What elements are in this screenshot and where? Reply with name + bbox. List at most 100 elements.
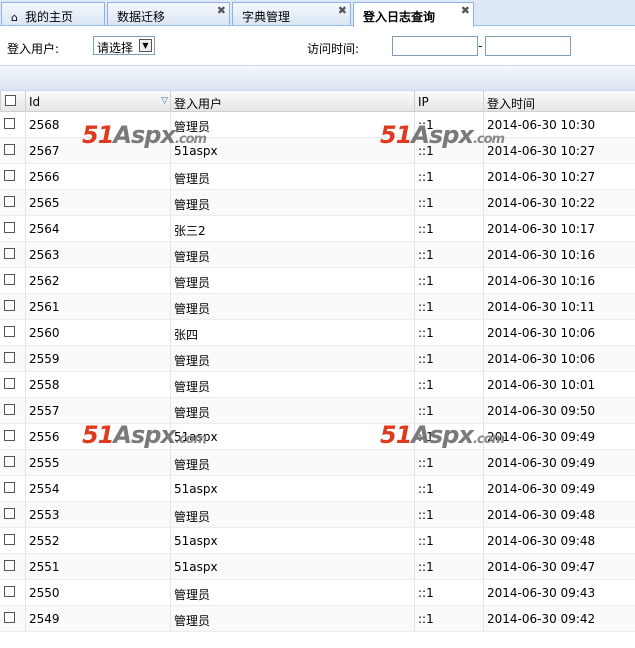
- table-row[interactable]: 2565 管理员::1 2014-06-30 10:22: [0, 190, 635, 216]
- cell-id: 2567: [25, 138, 170, 163]
- cell-ip: ::1: [414, 450, 483, 475]
- table-row[interactable]: 2566 管理员::1 2014-06-30 10:27: [0, 164, 635, 190]
- cell-user: 51aspx: [170, 528, 414, 553]
- column-header-label: 登入用户: [174, 97, 223, 111]
- time-separator: -: [478, 39, 483, 53]
- row-checkbox[interactable]: [4, 144, 15, 155]
- table-row[interactable]: 2549 管理员::1 2014-06-30 09:42: [0, 606, 635, 632]
- column-header-ip[interactable]: IP: [414, 91, 483, 111]
- column-header-label: Id: [29, 95, 41, 109]
- table-row[interactable]: 2551 51aspx::1 2014-06-30 09:47: [0, 554, 635, 580]
- select-all-checkbox[interactable]: [5, 95, 16, 106]
- cell-time: 2014-06-30 10:27: [483, 164, 635, 189]
- table-row[interactable]: 2564 张三2::1 2014-06-30 10:17: [0, 216, 635, 242]
- row-checkbox[interactable]: [4, 222, 15, 233]
- cell-ip: ::1: [414, 346, 483, 371]
- table-row[interactable]: 2562 管理员::1 2014-06-30 10:16: [0, 268, 635, 294]
- tab-data-migration[interactable]: 数据迁移 ✖: [107, 2, 230, 25]
- table-row[interactable]: 2554 51aspx::1 2014-06-30 09:49: [0, 476, 635, 502]
- table-row[interactable]: 2568 管理员::1 2014-06-30 10:30: [0, 112, 635, 138]
- column-header-user[interactable]: 登入用户: [170, 91, 414, 111]
- tab-login-log[interactable]: 登入日志查询 ✖: [353, 2, 474, 27]
- cell-user: 管理员: [170, 268, 414, 293]
- row-checkbox[interactable]: [4, 378, 15, 389]
- row-checkbox[interactable]: [4, 560, 15, 571]
- table-row[interactable]: 2561 管理员::1 2014-06-30 10:11: [0, 294, 635, 320]
- time-start-input[interactable]: [392, 36, 478, 56]
- row-checkbox[interactable]: [4, 508, 15, 519]
- cell-id: 2565: [25, 190, 170, 215]
- cell-user: 管理员: [170, 190, 414, 215]
- table-row[interactable]: 2563 管理员::1 2014-06-30 10:16: [0, 242, 635, 268]
- user-filter-label: 登入用户:: [7, 42, 60, 56]
- cell-time: 2014-06-30 09:49: [483, 476, 635, 501]
- time-filter-label: 访问时间:: [307, 42, 360, 56]
- user-select[interactable]: 请选择 ▼: [93, 36, 155, 55]
- row-checkbox[interactable]: [4, 300, 15, 311]
- cell-id: 2550: [25, 580, 170, 605]
- cell-id: 2563: [25, 242, 170, 267]
- cell-id: 2566: [25, 164, 170, 189]
- cell-user: 51aspx: [170, 138, 414, 163]
- cell-ip: ::1: [414, 242, 483, 267]
- cell-user: 管理员: [170, 242, 414, 267]
- cell-id: 2559: [25, 346, 170, 371]
- tab-home[interactable]: ⌂ 我的主页: [1, 2, 105, 25]
- cell-time: 2014-06-30 09:49: [483, 450, 635, 475]
- row-checkbox[interactable]: [4, 196, 15, 207]
- row-checkbox[interactable]: [4, 482, 15, 493]
- table-row[interactable]: 2556 51aspx::1 2014-06-30 09:49: [0, 424, 635, 450]
- cell-time: 2014-06-30 09:43: [483, 580, 635, 605]
- cell-user: 管理员: [170, 346, 414, 371]
- row-checkbox[interactable]: [4, 586, 15, 597]
- chevron-down-icon[interactable]: ▼: [139, 39, 152, 52]
- row-select-cell: [0, 242, 25, 267]
- row-checkbox[interactable]: [4, 430, 15, 441]
- row-select-cell: [0, 476, 25, 501]
- row-select-cell: [0, 450, 25, 475]
- cell-id: 2564: [25, 216, 170, 241]
- row-checkbox[interactable]: [4, 170, 15, 181]
- table-row[interactable]: 2555 管理员::1 2014-06-30 09:49: [0, 450, 635, 476]
- tab-dictionary[interactable]: 字典管理 ✖: [232, 2, 351, 25]
- row-select-cell: [0, 580, 25, 605]
- table-row[interactable]: 2553 管理员::1 2014-06-30 09:48: [0, 502, 635, 528]
- select-all-cell: [0, 91, 25, 111]
- row-checkbox[interactable]: [4, 352, 15, 363]
- table-row[interactable]: 2559 管理员::1 2014-06-30 10:06: [0, 346, 635, 372]
- close-icon[interactable]: ✖: [217, 4, 226, 17]
- cell-id: 2558: [25, 372, 170, 397]
- grid-body: 2568 管理员::1 2014-06-30 10:30 2567 51aspx::1 2…: [0, 112, 635, 632]
- table-row[interactable]: 2552 51aspx::1 2014-06-30 09:48: [0, 528, 635, 554]
- cell-time: 2014-06-30 10:22: [483, 190, 635, 215]
- row-checkbox[interactable]: [4, 326, 15, 337]
- cell-id: 2556: [25, 424, 170, 449]
- row-select-cell: [0, 424, 25, 449]
- row-checkbox[interactable]: [4, 248, 15, 259]
- tab-label: 登入日志查询: [363, 10, 436, 24]
- close-icon[interactable]: ✖: [461, 4, 470, 17]
- row-checkbox[interactable]: [4, 118, 15, 129]
- column-header-id[interactable]: Id ▽: [25, 91, 170, 111]
- column-header-time[interactable]: 登入时间: [483, 91, 635, 111]
- cell-user: 管理员: [170, 164, 414, 189]
- row-checkbox[interactable]: [4, 456, 15, 467]
- row-checkbox[interactable]: [4, 274, 15, 285]
- cell-user: 51aspx: [170, 476, 414, 501]
- table-row[interactable]: 2560 张四::1 2014-06-30 10:06: [0, 320, 635, 346]
- row-select-cell: [0, 112, 25, 137]
- table-row[interactable]: 2550 管理员::1 2014-06-30 09:43: [0, 580, 635, 606]
- row-select-cell: [0, 190, 25, 215]
- cell-time: 2014-06-30 09:49: [483, 424, 635, 449]
- row-checkbox[interactable]: [4, 534, 15, 545]
- table-row[interactable]: 2557 管理员::1 2014-06-30 09:50: [0, 398, 635, 424]
- cell-time: 2014-06-30 10:01: [483, 372, 635, 397]
- row-checkbox[interactable]: [4, 404, 15, 415]
- time-end-input[interactable]: [485, 36, 571, 56]
- table-row[interactable]: 2567 51aspx::1 2014-06-30 10:27: [0, 138, 635, 164]
- cell-time: 2014-06-30 09:47: [483, 554, 635, 579]
- row-checkbox[interactable]: [4, 612, 15, 623]
- row-select-cell: [0, 164, 25, 189]
- table-row[interactable]: 2558 管理员::1 2014-06-30 10:01: [0, 372, 635, 398]
- close-icon[interactable]: ✖: [338, 4, 347, 17]
